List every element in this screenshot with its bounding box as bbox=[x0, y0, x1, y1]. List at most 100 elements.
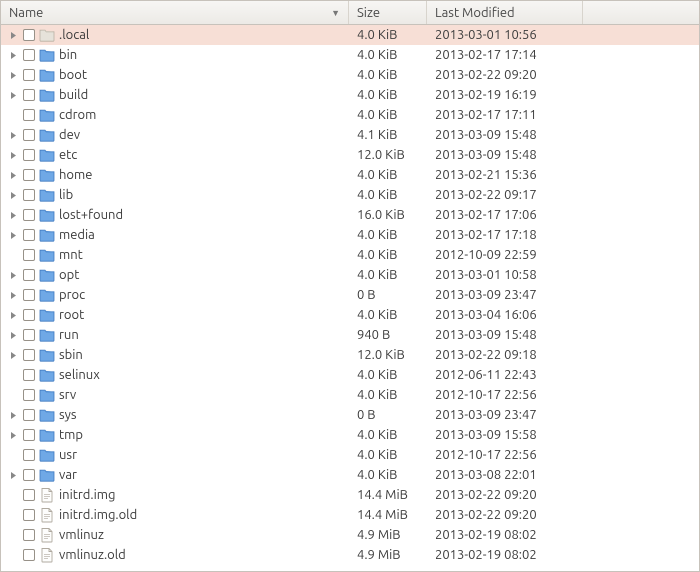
cell-modified: 2013-03-09 15:58 bbox=[427, 428, 583, 442]
table-row[interactable]: lost+found16.0 KiB2013-02-17 17:06 bbox=[1, 205, 699, 225]
table-row[interactable]: proc0 B2013-03-09 23:47 bbox=[1, 285, 699, 305]
row-name-label: root bbox=[59, 308, 84, 322]
row-checkbox[interactable] bbox=[23, 289, 35, 301]
expander-icon[interactable] bbox=[7, 169, 19, 181]
table-row[interactable]: sys0 B2013-03-09 23:47 bbox=[1, 405, 699, 425]
cell-name: mnt bbox=[1, 247, 349, 263]
table-row[interactable]: home4.0 KiB2013-02-21 15:36 bbox=[1, 165, 699, 185]
row-checkbox[interactable] bbox=[23, 449, 35, 461]
row-checkbox[interactable] bbox=[23, 229, 35, 241]
row-checkbox[interactable] bbox=[23, 129, 35, 141]
row-checkbox[interactable] bbox=[23, 89, 35, 101]
row-name-label: dev bbox=[59, 128, 80, 142]
table-row[interactable]: initrd.img14.4 MiB2013-02-22 09:20 bbox=[1, 485, 699, 505]
row-checkbox[interactable] bbox=[23, 249, 35, 261]
cell-size: 4.9 MiB bbox=[349, 528, 427, 542]
cell-name: proc bbox=[1, 287, 349, 303]
file-tree-rows[interactable]: .local4.0 KiB2013-03-01 10:56bin4.0 KiB2… bbox=[1, 25, 699, 571]
cell-size: 4.0 KiB bbox=[349, 108, 427, 122]
expander-icon[interactable] bbox=[7, 429, 19, 441]
expander-icon[interactable] bbox=[7, 469, 19, 481]
column-header-size[interactable]: Size bbox=[349, 1, 427, 24]
table-row[interactable]: media4.0 KiB2013-02-17 17:18 bbox=[1, 225, 699, 245]
table-row[interactable]: lib4.0 KiB2013-02-22 09:17 bbox=[1, 185, 699, 205]
cell-modified: 2013-03-04 16:06 bbox=[427, 308, 583, 322]
expander-icon[interactable] bbox=[7, 189, 19, 201]
row-checkbox[interactable] bbox=[23, 429, 35, 441]
expander-icon[interactable] bbox=[7, 329, 19, 341]
expander-icon[interactable] bbox=[7, 289, 19, 301]
table-row[interactable]: selinux4.0 KiB2012-06-11 22:43 bbox=[1, 365, 699, 385]
cell-name: opt bbox=[1, 267, 349, 283]
table-row[interactable]: srv4.0 KiB2012-10-17 22:56 bbox=[1, 385, 699, 405]
column-header-modified[interactable]: Last Modified bbox=[427, 1, 583, 24]
folder-muted-icon bbox=[39, 27, 55, 43]
table-row[interactable]: vmlinuz4.9 MiB2013-02-19 08:02 bbox=[1, 525, 699, 545]
table-row[interactable]: cdrom4.0 KiB2013-02-17 17:11 bbox=[1, 105, 699, 125]
cell-size: 0 B bbox=[349, 408, 427, 422]
row-checkbox[interactable] bbox=[23, 109, 35, 121]
row-name-label: proc bbox=[59, 288, 85, 302]
cell-name: root bbox=[1, 307, 349, 323]
folder-icon bbox=[39, 87, 55, 103]
cell-size: 4.0 KiB bbox=[349, 268, 427, 282]
expander-icon[interactable] bbox=[7, 269, 19, 281]
expander-icon[interactable] bbox=[7, 409, 19, 421]
row-name-label: cdrom bbox=[59, 108, 96, 122]
row-checkbox[interactable] bbox=[23, 489, 35, 501]
table-row[interactable]: bin4.0 KiB2013-02-17 17:14 bbox=[1, 45, 699, 65]
cell-name: tmp bbox=[1, 427, 349, 443]
row-checkbox[interactable] bbox=[23, 329, 35, 341]
table-row[interactable]: sbin12.0 KiB2013-02-22 09:18 bbox=[1, 345, 699, 365]
row-checkbox[interactable] bbox=[23, 409, 35, 421]
expander-icon[interactable] bbox=[7, 149, 19, 161]
table-row[interactable]: .local4.0 KiB2013-03-01 10:56 bbox=[1, 25, 699, 45]
cell-name: selinux bbox=[1, 367, 349, 383]
cell-modified: 2013-03-08 22:01 bbox=[427, 468, 583, 482]
row-checkbox[interactable] bbox=[23, 549, 35, 561]
table-row[interactable]: tmp4.0 KiB2013-03-09 15:58 bbox=[1, 425, 699, 445]
table-row[interactable]: var4.0 KiB2013-03-08 22:01 bbox=[1, 465, 699, 485]
table-row[interactable]: mnt4.0 KiB2012-10-09 22:59 bbox=[1, 245, 699, 265]
expander-icon[interactable] bbox=[7, 309, 19, 321]
expander-icon[interactable] bbox=[7, 129, 19, 141]
cell-name: boot bbox=[1, 67, 349, 83]
table-row[interactable]: usr4.0 KiB2012-10-17 22:56 bbox=[1, 445, 699, 465]
table-row[interactable]: boot4.0 KiB2013-02-22 09:20 bbox=[1, 65, 699, 85]
row-checkbox[interactable] bbox=[23, 369, 35, 381]
expander-icon[interactable] bbox=[7, 209, 19, 221]
table-row[interactable]: build4.0 KiB2013-02-19 16:19 bbox=[1, 85, 699, 105]
row-checkbox[interactable] bbox=[23, 309, 35, 321]
table-row[interactable]: run940 B2013-03-09 15:48 bbox=[1, 325, 699, 345]
table-row[interactable]: vmlinuz.old4.9 MiB2013-02-19 08:02 bbox=[1, 545, 699, 565]
cell-modified: 2012-10-17 22:56 bbox=[427, 448, 583, 462]
row-checkbox[interactable] bbox=[23, 469, 35, 481]
table-row[interactable]: opt4.0 KiB2013-03-01 10:58 bbox=[1, 265, 699, 285]
expander-icon[interactable] bbox=[7, 89, 19, 101]
expander-icon[interactable] bbox=[7, 49, 19, 61]
row-checkbox[interactable] bbox=[23, 149, 35, 161]
cell-modified: 2013-02-19 08:02 bbox=[427, 528, 583, 542]
row-checkbox[interactable] bbox=[23, 189, 35, 201]
row-checkbox[interactable] bbox=[23, 349, 35, 361]
row-checkbox[interactable] bbox=[23, 509, 35, 521]
table-row[interactable]: root4.0 KiB2013-03-04 16:06 bbox=[1, 305, 699, 325]
expander-icon[interactable] bbox=[7, 29, 19, 41]
row-checkbox[interactable] bbox=[23, 49, 35, 61]
table-row[interactable]: dev4.1 KiB2013-03-09 15:48 bbox=[1, 125, 699, 145]
table-row[interactable]: initrd.img.old14.4 MiB2013-02-22 09:20 bbox=[1, 505, 699, 525]
column-header-name[interactable]: Name ▼ bbox=[1, 1, 349, 24]
row-checkbox[interactable] bbox=[23, 29, 35, 41]
row-name-label: usr bbox=[59, 448, 77, 462]
cell-size: 14.4 MiB bbox=[349, 488, 427, 502]
row-checkbox[interactable] bbox=[23, 169, 35, 181]
row-checkbox[interactable] bbox=[23, 529, 35, 541]
expander-icon[interactable] bbox=[7, 69, 19, 81]
table-row[interactable]: etc12.0 KiB2013-03-09 15:48 bbox=[1, 145, 699, 165]
row-checkbox[interactable] bbox=[23, 69, 35, 81]
expander-icon[interactable] bbox=[7, 229, 19, 241]
expander-icon[interactable] bbox=[7, 349, 19, 361]
row-checkbox[interactable] bbox=[23, 209, 35, 221]
row-checkbox[interactable] bbox=[23, 389, 35, 401]
row-checkbox[interactable] bbox=[23, 269, 35, 281]
